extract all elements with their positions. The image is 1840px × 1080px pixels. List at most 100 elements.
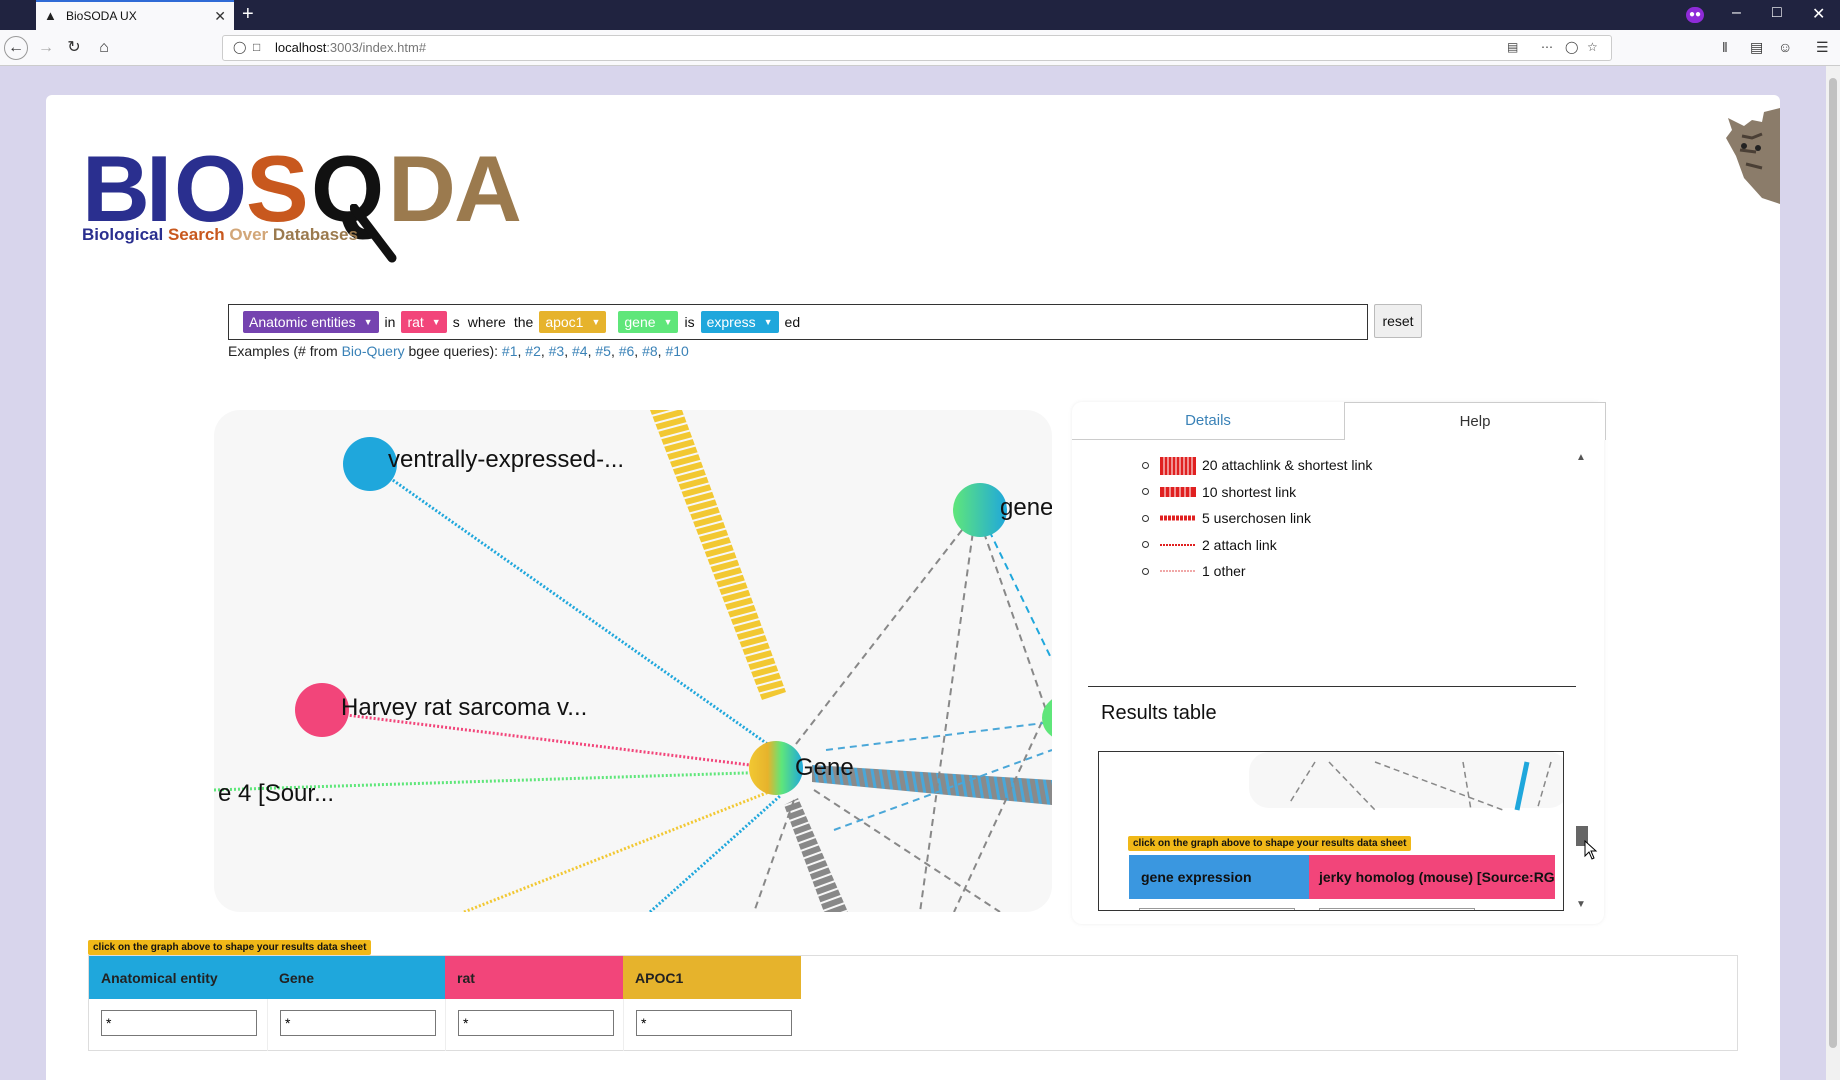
column-header-anatomical-entity[interactable]: Anatomical entity [89, 956, 267, 999]
maximize-icon[interactable]: □ [1772, 4, 1782, 22]
chip-apoc1[interactable]: apoc1 ▼ [539, 311, 607, 333]
swatch-faint-icon [1160, 568, 1196, 574]
table-column: APOC1 [623, 956, 801, 1052]
column-header-apoc1[interactable]: APOC1 [623, 956, 801, 999]
link-dashed-5[interactable] [813, 789, 1001, 912]
new-tab-icon[interactable]: + [242, 3, 254, 26]
example-link-2[interactable]: #2 [525, 343, 541, 359]
link-thick-down[interactable] [784, 798, 848, 912]
example-link-3[interactable]: #3 [549, 343, 565, 359]
example-link-8[interactable]: #8 [642, 343, 658, 359]
logo-letter-a: A [454, 136, 522, 241]
bottom-results-table: Anatomical entity Gene rat APOC1 [88, 955, 1738, 1051]
column-header-rat[interactable]: rat [445, 956, 623, 999]
results-filter-input[interactable] [1319, 908, 1475, 910]
logo-letter-b: B [82, 136, 150, 241]
menu-icon[interactable]: ☰ [1816, 39, 1829, 56]
link-yellow-dotted[interactable] [463, 788, 775, 912]
link-dashed-cyan[interactable] [983, 519, 1052, 661]
app-favicon-icon: ▲ [44, 8, 57, 23]
link-dashed-blue[interactable] [825, 721, 1052, 751]
page-scrollbar-thumb[interactable] [1829, 78, 1837, 1048]
browser-tabbar: ▲ BioSODA UX ✕ + ●● – □ ✕ [0, 0, 1840, 30]
link-thick-apoc1[interactable] [650, 410, 786, 700]
link-dashed-3[interactable] [975, 509, 1047, 711]
results-preview[interactable]: click on the graph above to shape your r… [1098, 751, 1564, 911]
column-header-gene[interactable]: Gene [267, 956, 445, 999]
results-filter-input[interactable] [1139, 908, 1295, 910]
query-builder[interactable]: Anatomic entities ▼ in rat ▼ s where the a… [228, 304, 1368, 340]
bullet-icon [1142, 488, 1149, 496]
more-actions-icon[interactable]: ⋯ [1541, 40, 1553, 54]
chip-rat[interactable]: rat ▼ [401, 311, 447, 333]
bullet-icon [1142, 541, 1149, 549]
filter-input-rat[interactable] [458, 1010, 614, 1036]
chip-anatomic-entities[interactable]: Anatomic entities ▼ [243, 311, 379, 333]
reader-view-icon[interactable]: ▤ [1507, 40, 1518, 54]
example-link-4[interactable]: #4 [572, 343, 588, 359]
back-icon[interactable]: ← [4, 36, 28, 60]
scroll-down-icon[interactable]: ▼ [1576, 899, 1586, 910]
panel-divider [1088, 686, 1576, 687]
results-header-gene-expression[interactable]: gene expression [1129, 855, 1309, 899]
examples-line: Examples (# from Bio-Query bgee queries)… [228, 343, 689, 359]
node-gene-top[interactable] [953, 483, 1007, 537]
chip-express[interactable]: express ▼ [700, 311, 779, 333]
sidebar-icon[interactable]: ▤ [1750, 39, 1763, 56]
bottom-hint-wrap: click on the graph above to shape your r… [88, 937, 372, 955]
example-link-6[interactable]: #6 [619, 343, 635, 359]
url-input[interactable]: ◯ □ localhost:3003/index.htm# ▤ ⋯ ◯ ☆ [222, 35, 1612, 61]
node-bottom-edge[interactable] [1042, 908, 1052, 912]
close-window-icon[interactable]: ✕ [1812, 4, 1825, 24]
scroll-up-icon[interactable]: ▲ [1576, 452, 1586, 463]
legend-item: 1 other [1142, 558, 1372, 585]
example-link-5[interactable]: #5 [595, 343, 611, 359]
query-word-the: the [513, 314, 534, 330]
filter-input-anatomical-entity[interactable] [101, 1010, 257, 1036]
browser-navbar: ← → ↻ ⌂ ◯ □ localhost:3003/index.htm# ▤ … [0, 30, 1840, 66]
bullet-icon [1142, 514, 1149, 522]
link-dashed-6[interactable] [953, 699, 1052, 912]
browser-tab[interactable]: ▲ BioSODA UX ✕ [36, 0, 234, 30]
tab-help[interactable]: Help [1344, 402, 1606, 440]
url-path: :3003/index.htm# [326, 40, 427, 55]
chevron-down-icon: ▼ [431, 317, 441, 327]
tab-underline [1072, 439, 1344, 440]
example-link-10[interactable]: #10 [665, 343, 688, 359]
reload-icon[interactable]: ↻ [62, 36, 86, 60]
bio-query-link[interactable]: Bio-Query [342, 343, 405, 359]
swatch-thin-icon [1160, 514, 1196, 522]
biosoda-logo: B I O S Q D A Biological Search Over Dat… [80, 136, 540, 263]
node-label-gene-center: Gene [795, 754, 854, 781]
link-dashed-2[interactable] [919, 509, 977, 912]
filter-input-apoc1[interactable] [636, 1010, 792, 1036]
link-dashed-1[interactable] [795, 511, 977, 745]
tab-details[interactable]: Details [1072, 402, 1344, 440]
bullet-icon [1142, 567, 1149, 575]
example-link-1[interactable]: #1 [502, 343, 518, 359]
filter-input-gene[interactable] [280, 1010, 436, 1036]
legend-label: 10 shortest link [1202, 483, 1297, 500]
legend-item: 2 attach link [1142, 532, 1372, 559]
reset-button[interactable]: reset [1374, 304, 1422, 338]
bottom-hint: click on the graph above to shape your r… [88, 940, 372, 955]
chevron-down-icon: ▼ [591, 317, 601, 327]
account-icon[interactable]: ☺ [1778, 39, 1792, 55]
forward-icon[interactable]: → [34, 36, 58, 60]
link-dashed-4[interactable] [753, 799, 795, 912]
legend-item: 10 shortest link [1142, 479, 1372, 506]
logo-letter-i: I [146, 136, 172, 241]
chevron-down-icon: ▼ [763, 317, 773, 327]
minimize-icon[interactable]: – [1732, 4, 1741, 22]
close-tab-icon[interactable]: ✕ [214, 8, 226, 25]
results-header-jerky[interactable]: jerky homolog (mouse) [Source:RGD [1309, 855, 1555, 899]
private-mask-icon: ●● [1686, 7, 1704, 23]
node-label-sour: e 4 [Sour... [218, 780, 335, 807]
home-icon[interactable]: ⌂ [92, 36, 116, 60]
library-icon[interactable]: ‖ [1722, 39, 1728, 55]
pocket-icon[interactable]: ◯ [1565, 40, 1578, 54]
query-graph[interactable]: ventrally-expressed-... gene Harvey rat … [214, 410, 1052, 912]
chip-gene[interactable]: gene ▼ [618, 311, 679, 333]
bookmark-star-icon[interactable]: ☆ [1587, 40, 1598, 54]
page-scrollbar[interactable] [1826, 66, 1840, 1080]
